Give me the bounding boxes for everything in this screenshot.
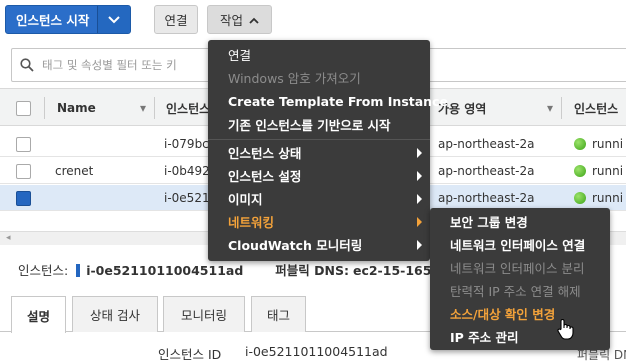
instance-label: 인스턴스: (18, 263, 69, 278)
column-divider (44, 97, 45, 119)
menu-item-change-security-groups[interactable]: 보안 그룹 변경 (430, 210, 610, 233)
column-divider (154, 97, 155, 119)
select-all-checkbox[interactable] (16, 89, 31, 127)
menu-item-detach-network-interface: 네트워크 인터페이스 분리 (450, 261, 585, 276)
menu-item-connect[interactable]: 연결 (208, 43, 430, 66)
submenu-arrow-icon (417, 194, 422, 204)
menu-item-image[interactable]: 이미지 (208, 187, 430, 210)
running-status-icon (574, 165, 586, 177)
sort-icon[interactable]: ▾ (547, 89, 553, 127)
submenu-arrow-icon (417, 217, 422, 227)
menu-item-manage-ip-addresses[interactable]: IP 주소 관리 (430, 325, 610, 348)
column-header-name[interactable]: Name (57, 89, 96, 127)
search-bar-extension (430, 48, 626, 82)
running-status-icon (574, 138, 586, 150)
row-checkbox[interactable] (16, 185, 31, 211)
scroll-left-icon[interactable]: ◂ (6, 233, 11, 243)
connect-label: 연결 (164, 13, 188, 28)
menu-item-disassociate-elastic-ip: 탄력적 IP 주소 연결 해제 (450, 284, 581, 299)
menu-item-instance-state[interactable]: 인스턴스 상태 (208, 141, 430, 164)
actions-label: 작업 (219, 13, 243, 28)
launch-instance-label: 인스턴스 시작 (6, 6, 99, 33)
tab-tags[interactable]: 태그 (251, 296, 306, 332)
row-az: ap-northeast-2a (438, 137, 535, 151)
selected-instance-summary: 인스턴스: i-0e5211011004511ad 퍼블릭 DNS: ec2-1… (18, 260, 454, 279)
menu-item-instance-settings[interactable]: 인스턴스 설정 (208, 164, 430, 187)
running-status-icon (574, 192, 586, 204)
chevron-up-icon (249, 12, 259, 27)
search-placeholder: 태그 및 속성별 필터 또는 키 (42, 58, 177, 72)
tab-monitoring[interactable]: 모니터링 (163, 296, 245, 332)
menu-item-create-template[interactable]: Create Template From Instance (208, 90, 448, 113)
column-header-instance-id[interactable]: 인스턴스 (166, 89, 211, 127)
row-name: crenet (55, 164, 94, 178)
chevron-down-icon[interactable] (98, 6, 131, 33)
public-dns-label: 퍼블릭 DNS: (275, 263, 349, 278)
row-instance-id[interactable]: i-0b492 (164, 158, 209, 184)
search-icon (20, 58, 34, 72)
field-label: 인스턴스 ID (158, 347, 222, 362)
row-state: runni (574, 158, 623, 184)
submenu-arrow-icon (417, 171, 422, 181)
row-instance-id[interactable]: i-0e521 (164, 185, 209, 211)
submenu-arrow-icon (417, 240, 422, 250)
field-value: i-0e5211011004511ad (245, 344, 388, 359)
row-instance-id[interactable]: i-079bc (164, 131, 209, 157)
menu-item-cloudwatch[interactable]: CloudWatch 모니터링 (208, 233, 430, 256)
menu-item-change-source-dest-check[interactable]: 소스/대상 확인 변경 (430, 302, 610, 325)
column-header-state[interactable]: 인스턴스 (574, 89, 618, 127)
launch-instance-button[interactable]: 인스턴스 시작 (5, 5, 132, 34)
menu-divider (208, 139, 430, 140)
menu-item-launch-more-like-this[interactable]: 기존 인스턴스를 기반으로 시작 (208, 113, 430, 136)
menu-item-attach-network-interface[interactable]: 네트워크 인터페이스 연결 (430, 233, 610, 256)
filter-search-input[interactable]: 태그 및 속성별 필터 또는 키 (11, 48, 211, 82)
actions-button[interactable]: 작업 (207, 5, 272, 34)
row-checkbox[interactable] (16, 158, 31, 184)
tab-status-checks[interactable]: 상태 검사 (72, 296, 158, 332)
row-state: runni (574, 131, 623, 157)
connect-button[interactable]: 연결 (154, 5, 198, 34)
row-checkbox[interactable] (16, 131, 31, 157)
instance-color-bar (76, 264, 81, 277)
column-divider (561, 97, 562, 119)
sort-icon[interactable]: ▾ (140, 89, 146, 127)
row-az: ap-northeast-2a (438, 164, 535, 178)
menu-item-get-windows-password: Windows 암호 가져오기 (228, 71, 361, 86)
tab-description[interactable]: 설명 (11, 296, 66, 333)
networking-submenu: 보안 그룹 변경 네트워크 인터페이스 연결 네트워크 인터페이스 분리 탄력적… (430, 208, 610, 350)
submenu-arrow-icon (417, 148, 422, 158)
instance-id-value: i-0e5211011004511ad (86, 263, 244, 278)
hand-cursor-icon (556, 318, 574, 343)
menu-item-networking[interactable]: 네트워킹 (208, 210, 430, 233)
actions-menu: 연결 Windows 암호 가져오기 Create Template From … (208, 40, 448, 261)
